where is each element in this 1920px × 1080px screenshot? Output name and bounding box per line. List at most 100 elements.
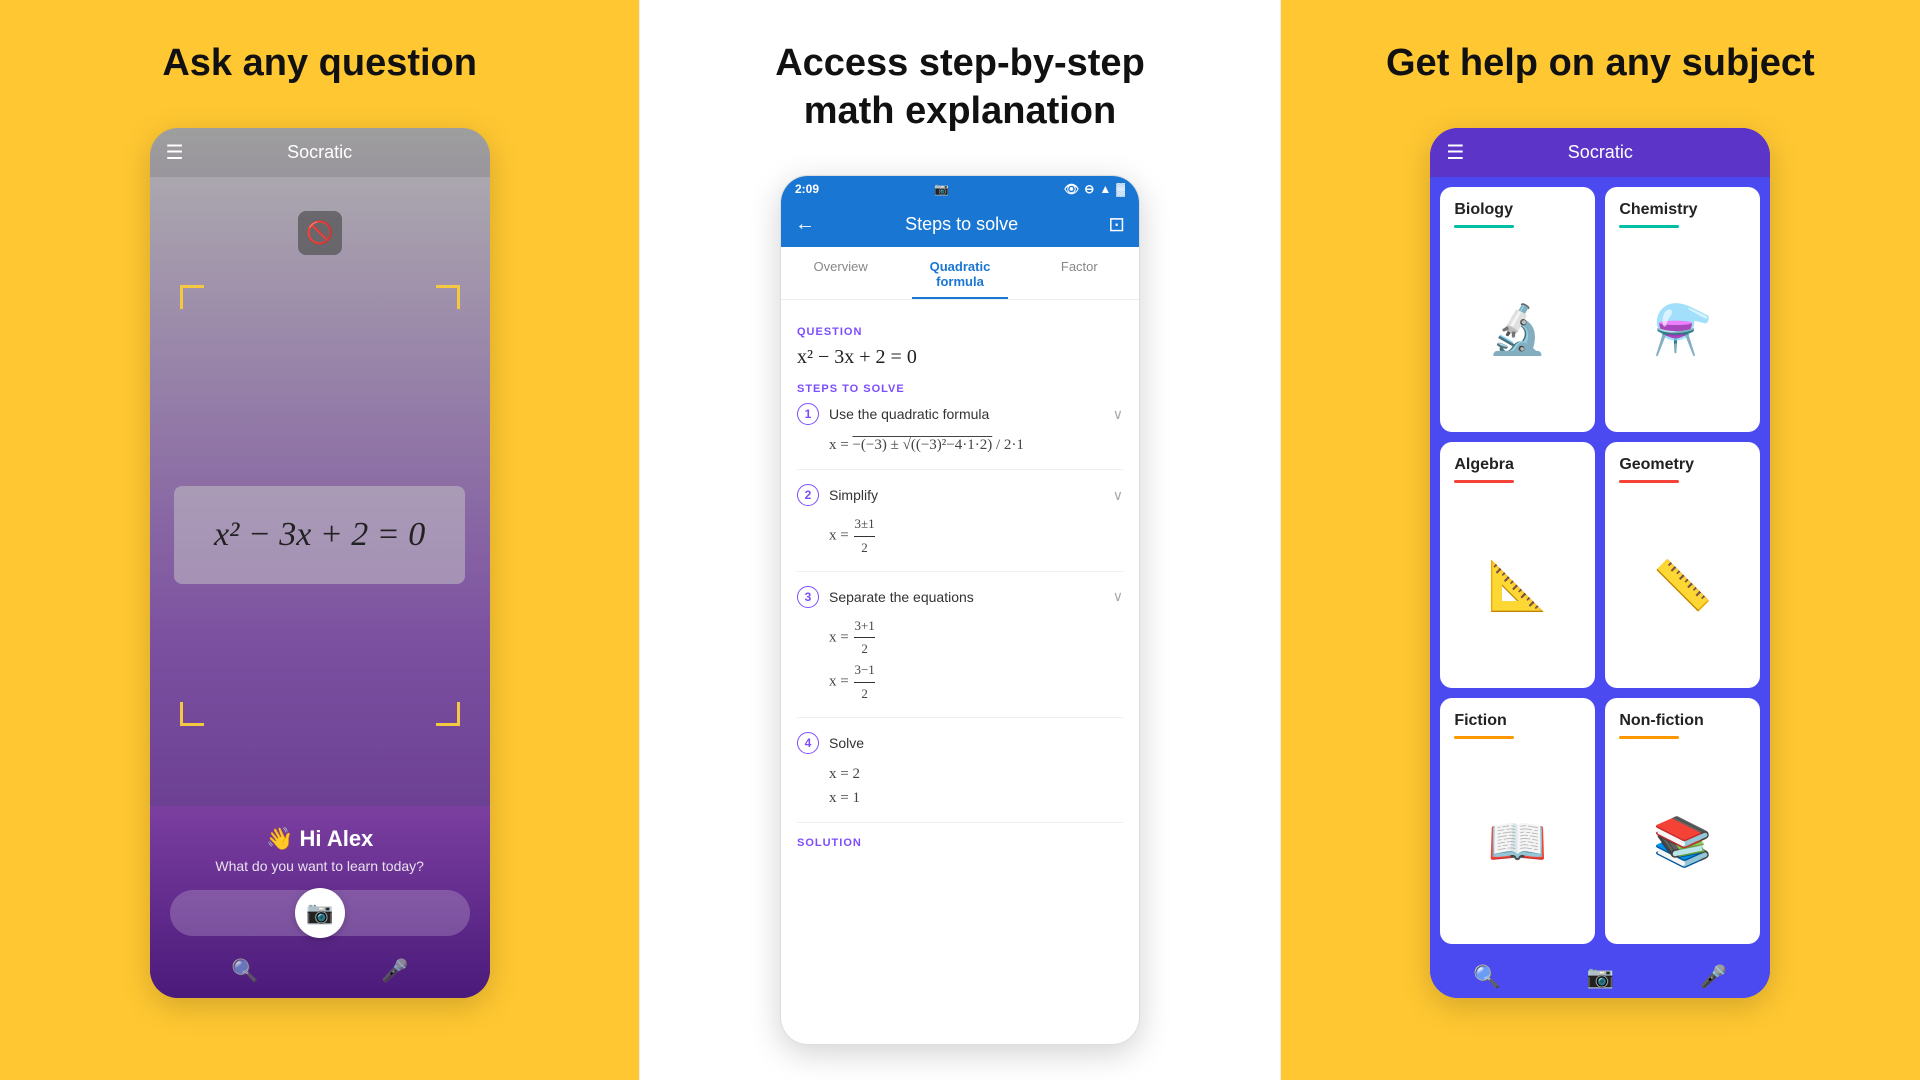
- fiction-name: Fiction: [1454, 712, 1581, 730]
- nonfiction-name: Non-fiction: [1619, 712, 1746, 730]
- biology-underline: [1454, 225, 1514, 228]
- phone3-header: ☰ Socratic: [1430, 128, 1770, 177]
- back-icon[interactable]: ←: [795, 213, 815, 236]
- chemistry-underline: [1619, 225, 1679, 228]
- panel-ask-question: Ask any question ☰ Socratic 🚫: [0, 0, 639, 1080]
- step-2-label: Simplify: [829, 487, 878, 503]
- step-2: 2 Simplify ∨ x = 3±12: [797, 484, 1123, 572]
- tab-quadratic[interactable]: Quadratic formula: [900, 247, 1019, 299]
- phone3-search-icon[interactable]: 🔍: [1473, 964, 1500, 990]
- chemistry-name: Chemistry: [1619, 201, 1746, 219]
- step-4-formula: x = 2x = 1: [829, 762, 1123, 810]
- step-3-left: 3 Separate the equations: [797, 586, 974, 608]
- step-3-number: 3: [797, 586, 819, 608]
- phone1-bottom: 👋 Hi Alex What do you want to learn toda…: [150, 806, 490, 998]
- phone3-menu-icon[interactable]: ☰: [1446, 140, 1464, 165]
- search-camera-button[interactable]: 📷: [295, 888, 345, 938]
- step-1-header: 1 Use the quadratic formula ∨: [797, 403, 1123, 425]
- panel1-title: Ask any question: [122, 0, 517, 118]
- status-right: 👁 ⊖ ▲ ▓: [1064, 182, 1125, 196]
- step-2-header: 2 Simplify ∨: [797, 484, 1123, 506]
- step-1-label: Use the quadratic formula: [829, 406, 989, 422]
- algebra-icon: 📐: [1454, 493, 1581, 678]
- phone3-mic-icon[interactable]: 🎤: [1700, 964, 1727, 990]
- step-4-header: 4 Solve: [797, 732, 1123, 754]
- status-time: 2:09: [795, 182, 819, 196]
- tab-factor[interactable]: Factor: [1020, 247, 1139, 299]
- question-label: QUESTION: [797, 326, 1123, 338]
- search-bar[interactable]: 📷: [170, 890, 470, 936]
- corner-br: [436, 702, 460, 726]
- math-tabs: Overview Quadratic formula Factor: [781, 247, 1139, 300]
- steps-label: STEPS TO SOLVE: [797, 383, 1123, 395]
- step-3-formula: x = 3+12 x = 3−12: [829, 616, 1123, 705]
- nonfiction-underline: [1619, 736, 1679, 739]
- mic-nav-icon[interactable]: 🎤: [381, 958, 408, 984]
- battery-icon: ▓: [1116, 182, 1125, 196]
- geometry-icon: 📏: [1619, 493, 1746, 678]
- subject-card-biology[interactable]: Biology 🔬: [1440, 187, 1595, 433]
- hamburger-icon[interactable]: ☰: [166, 140, 184, 165]
- step-1-left: 1 Use the quadratic formula: [797, 403, 989, 425]
- geometry-underline: [1619, 480, 1679, 483]
- nonfiction-icon: 📚: [1619, 749, 1746, 934]
- subject-card-chemistry[interactable]: Chemistry ⚗️: [1605, 187, 1760, 433]
- camera-toggle-button[interactable]: 🚫: [298, 211, 342, 255]
- biology-icon: 🔬: [1454, 238, 1581, 423]
- subjects-grid: Biology 🔬 Chemistry ⚗️ Algebra 📐 Geometr…: [1430, 177, 1770, 954]
- corner-bl: [180, 702, 204, 726]
- phone-mockup-1: ☰ Socratic 🚫 x² − 3x + 2 = 0: [150, 128, 490, 998]
- wifi-icon: ⊖: [1084, 182, 1094, 196]
- panel3-title: Get help on any subject: [1346, 0, 1855, 118]
- phone-mockup-2: 2:09 📷 👁 ⊖ ▲ ▓ ← Steps to solve ⊡ Overvi…: [780, 175, 1140, 1045]
- step-2-chevron[interactable]: ∨: [1113, 487, 1123, 504]
- solution-label: SOLUTION: [797, 837, 1123, 849]
- step-1-number: 1: [797, 403, 819, 425]
- bookmark-icon[interactable]: ⊡: [1108, 212, 1125, 237]
- step-1-chevron[interactable]: ∨: [1113, 406, 1123, 423]
- step-2-formula: x = 3±12: [829, 514, 1123, 559]
- biology-name: Biology: [1454, 201, 1581, 219]
- status-icon: 📷: [934, 182, 949, 196]
- tab-overview[interactable]: Overview: [781, 247, 900, 299]
- app-header: ← Steps to solve ⊡: [781, 202, 1139, 247]
- panel-subjects: Get help on any subject ☰ Socratic Biolo…: [1281, 0, 1920, 1080]
- phone1-header: ☰ Socratic: [150, 128, 490, 177]
- phone-mockup-3: ☰ Socratic Biology 🔬 Chemistry ⚗️ Algebr…: [1430, 128, 1770, 998]
- phone3-nav: 🔍 📷 🎤: [1430, 954, 1770, 998]
- geometry-name: Geometry: [1619, 456, 1746, 474]
- step-4-left: 4 Solve: [797, 732, 864, 754]
- fiction-icon: 📖: [1454, 749, 1581, 934]
- phone3-app-name: Socratic: [1568, 142, 1633, 163]
- algebra-name: Algebra: [1454, 456, 1581, 474]
- subject-card-nonfiction[interactable]: Non-fiction 📚: [1605, 698, 1760, 944]
- step-3-chevron[interactable]: ∨: [1113, 588, 1123, 605]
- step-3-label: Separate the equations: [829, 589, 974, 605]
- viewfinder-corners: [180, 285, 460, 726]
- step-1: 1 Use the quadratic formula ∨ x = −(−3) …: [797, 403, 1123, 470]
- viewfinder-area: x² − 3x + 2 = 0: [150, 265, 490, 806]
- signal-icon: 👁: [1064, 182, 1079, 196]
- corner-tr: [436, 285, 460, 309]
- phone3-camera-icon[interactable]: 📷: [1587, 964, 1614, 990]
- fiction-underline: [1454, 736, 1514, 739]
- step-2-left: 2 Simplify: [797, 484, 878, 506]
- corner-tl: [180, 285, 204, 309]
- search-nav-icon[interactable]: 🔍: [231, 958, 258, 984]
- greeting-text: 👋 Hi Alex: [266, 826, 373, 852]
- status-bar: 2:09 📷 👁 ⊖ ▲ ▓: [781, 176, 1139, 202]
- step-4-number: 4: [797, 732, 819, 754]
- question-equation: x² − 3x + 2 = 0: [797, 346, 1123, 369]
- step-3-header: 3 Separate the equations ∨: [797, 586, 1123, 608]
- app-bar-title: Steps to solve: [829, 214, 1094, 235]
- algebra-underline: [1454, 480, 1514, 483]
- step-4-label: Solve: [829, 735, 864, 751]
- camera-icon: 📷: [306, 900, 333, 926]
- step-1-formula: x = −(−3) ± √((−3)²−4·1·2) / 2·1: [829, 433, 1123, 457]
- subject-card-geometry[interactable]: Geometry 📏: [1605, 442, 1760, 688]
- subject-card-fiction[interactable]: Fiction 📖: [1440, 698, 1595, 944]
- panel-math-steps: Access step-by-step math explanation 2:0…: [639, 0, 1280, 1080]
- network-icon: ▲: [1099, 182, 1111, 196]
- subject-card-algebra[interactable]: Algebra 📐: [1440, 442, 1595, 688]
- greeting-sub: What do you want to learn today?: [215, 858, 424, 874]
